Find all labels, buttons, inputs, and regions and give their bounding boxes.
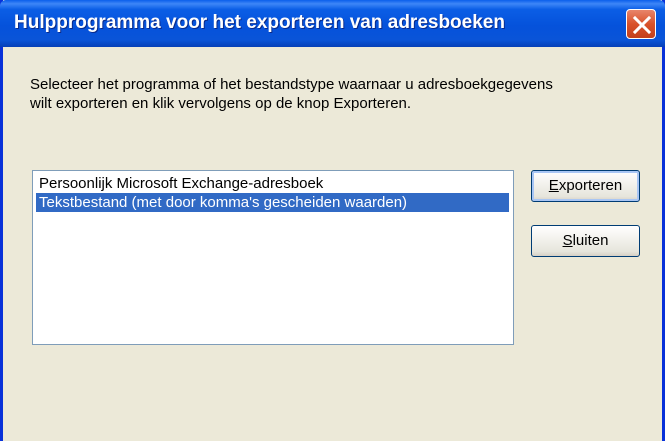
export-button-accel: E bbox=[548, 177, 559, 194]
close-button-accel: S bbox=[562, 232, 573, 249]
close-icon bbox=[633, 16, 651, 34]
title-bar[interactable]: Hulpprogramma voor het exporteren van ad… bbox=[0, 0, 665, 47]
close-button-label: luiten bbox=[572, 232, 609, 249]
instruction-text: Selecteer het programma of het bestandst… bbox=[30, 75, 650, 113]
export-type-listbox[interactable]: Persoonlijk Microsoft Exchange-adresboek… bbox=[32, 170, 514, 345]
instruction-line-1: Selecteer het programma of het bestandst… bbox=[30, 76, 553, 93]
close-button[interactable]: Sluiten bbox=[531, 225, 640, 257]
dialog-window: Hulpprogramma voor het exporteren van ad… bbox=[0, 0, 665, 441]
close-window-button[interactable] bbox=[626, 9, 656, 39]
export-button[interactable]: Exporteren bbox=[531, 170, 640, 202]
list-item-csv-textfile[interactable]: Tekstbestand (met door komma's gescheide… bbox=[36, 193, 509, 212]
window-title: Hulpprogramma voor het exporteren van ad… bbox=[14, 12, 505, 33]
list-item-exchange-addressbook[interactable]: Persoonlijk Microsoft Exchange-adresboek bbox=[36, 174, 509, 193]
instruction-line-2: wilt exporteren en klik vervolgens op de… bbox=[30, 95, 412, 112]
export-button-label: xporteren bbox=[558, 177, 623, 194]
